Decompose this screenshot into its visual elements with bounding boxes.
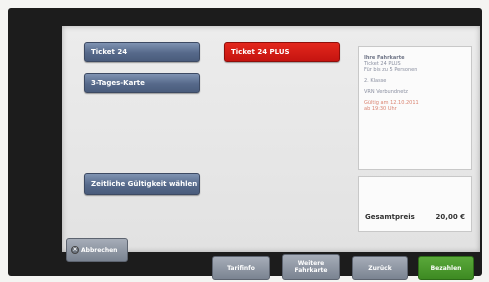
kiosk-frame: Ticket 24 Ticket 24 PLUS 3-Tages-Karte Z… xyxy=(8,8,482,280)
pay-button[interactable]: Bezahlen xyxy=(418,256,474,280)
more-tickets-button[interactable]: Weitere Fahrkarte xyxy=(282,254,340,280)
time-validity-button[interactable]: Zeitliche Gültigkeit wählen xyxy=(84,173,200,195)
cancel-button[interactable]: × Abbrechen xyxy=(66,238,128,262)
tariff-info-button[interactable]: Tarifinfo xyxy=(212,256,270,280)
three-day-ticket-button[interactable]: 3-Tages-Karte xyxy=(84,73,200,93)
touch-screen: Ticket 24 Ticket 24 PLUS 3-Tages-Karte Z… xyxy=(62,26,480,280)
total-price-value: 20,00 € xyxy=(435,213,465,221)
ticket-24-plus-button[interactable]: Ticket 24 PLUS xyxy=(224,42,340,62)
ticket-summary-panel: Ihre Fahrkarte Ticket 24 PLUS Für bis zu 5… xyxy=(358,46,472,170)
cancel-label: Abbrechen xyxy=(81,246,118,254)
total-price-label: Gesamtpreis xyxy=(365,213,415,221)
ticket-summary-lines: Ihre Fahrkarte Ticket 24 PLUS Für bis zu 5… xyxy=(364,55,466,112)
back-button[interactable]: Zurück xyxy=(352,256,408,280)
total-price-panel: Gesamtpreis 20,00 € xyxy=(358,176,472,232)
cancel-icon: × xyxy=(71,246,79,254)
ticket-24-button[interactable]: Ticket 24 xyxy=(84,42,200,62)
summary-line: ab 19:30 Uhr xyxy=(364,106,397,112)
